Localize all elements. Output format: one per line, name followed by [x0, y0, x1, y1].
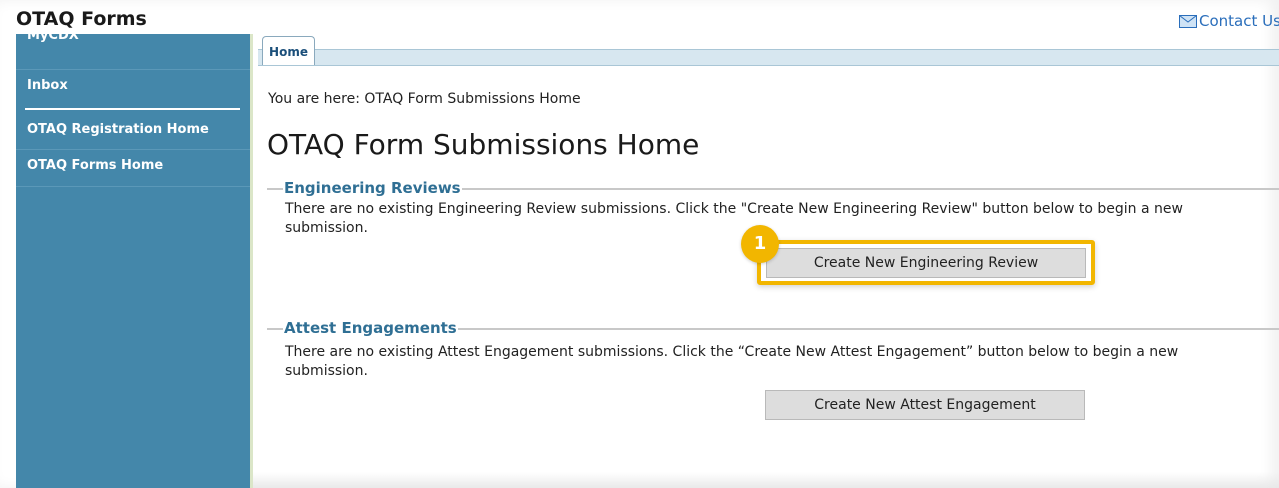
bottom-fade [253, 472, 1279, 488]
page-title: OTAQ Form Submissions Home [267, 128, 700, 161]
tab-home[interactable]: Home [262, 36, 315, 65]
tab-strip [258, 49, 1279, 66]
callout-step-badge: 1 [741, 225, 779, 263]
sidebar-item-label[interactable]: MyCDX [27, 28, 79, 43]
sidebar-item-label[interactable]: OTAQ Registration Home [27, 122, 209, 137]
sidebar-item-inbox[interactable]: Inbox [16, 78, 250, 98]
sidebar-item-otaq-registration-home[interactable]: OTAQ Registration Home [16, 114, 250, 150]
section-heading-attest-engagements: Attest Engagements [283, 319, 458, 337]
sidebar-item-otaq-forms-home[interactable]: OTAQ Forms Home [16, 151, 250, 187]
sidebar-edge [250, 34, 253, 488]
sidebar: MyCDX Inbox OTAQ Registration Home OTAQ … [16, 29, 250, 488]
mail-icon [1179, 14, 1197, 28]
page: OTAQ Forms Contact Us MyCDX Inbox OTAQ R… [0, 0, 1279, 488]
sidebar-item-label[interactable]: OTAQ Forms Home [27, 158, 163, 173]
sidebar-divider [25, 108, 240, 110]
breadcrumb: You are here: OTAQ Form Submissions Home [268, 91, 581, 107]
callout-highlight-box [757, 240, 1095, 285]
section-heading-engineering-reviews: Engineering Reviews [283, 179, 462, 197]
sidebar-item-mycdx[interactable]: MyCDX [16, 29, 250, 70]
contact-us-label[interactable]: Contact Us [1199, 12, 1279, 30]
contact-us-link[interactable]: Contact Us [1179, 12, 1279, 30]
sidebar-item-label[interactable]: Inbox [27, 78, 68, 93]
attest-engagements-description: There are no existing Attest Engagement … [285, 344, 1179, 379]
create-new-attest-engagement-button[interactable]: Create New Attest Engagement [765, 390, 1085, 420]
